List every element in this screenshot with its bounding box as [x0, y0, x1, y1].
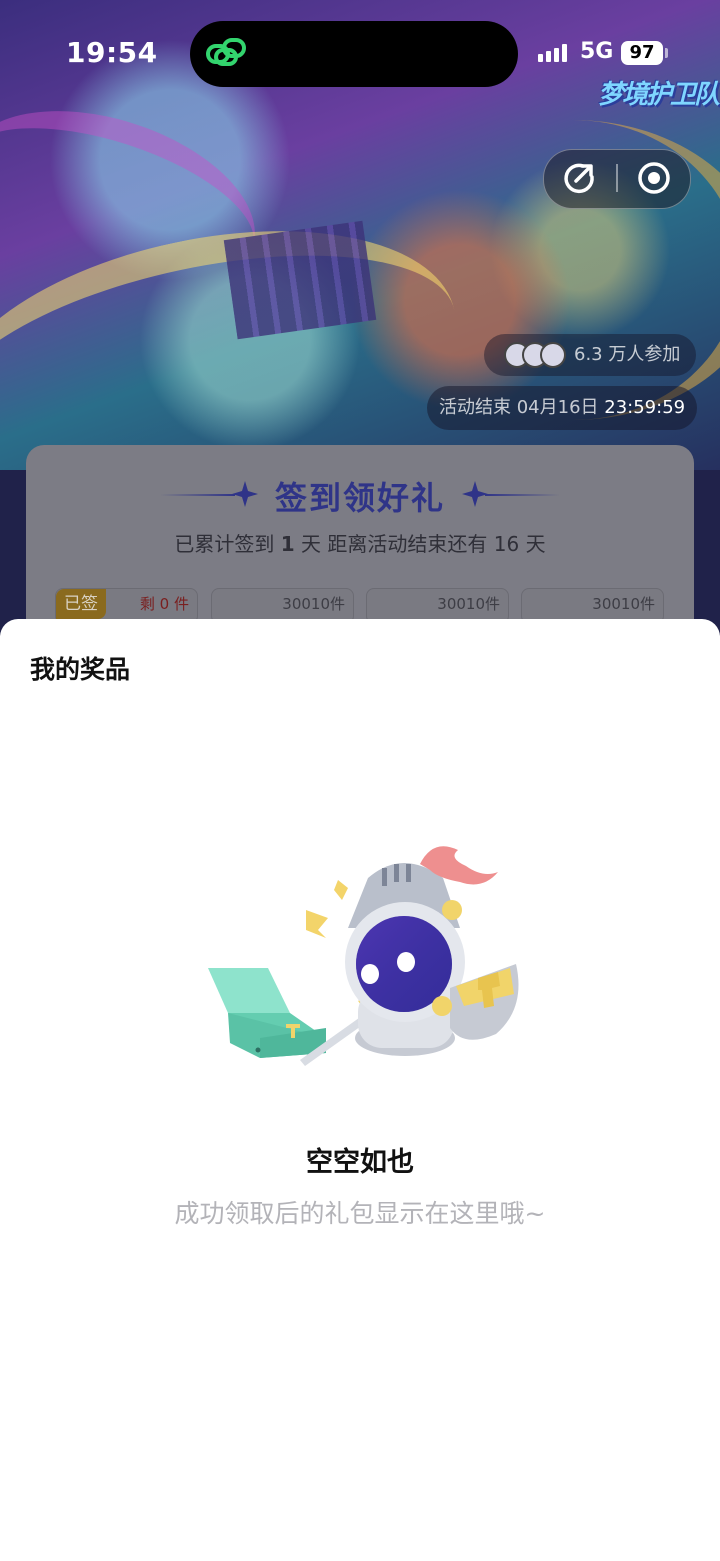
record-icon[interactable]: [636, 160, 672, 196]
participant-avatars: [504, 342, 566, 368]
share-icon[interactable]: [561, 160, 597, 196]
checkin-summary: 已累计签到 1 天 距离活动结束还有 16 天: [0, 528, 720, 557]
card-title-row: 签到领好礼: [0, 473, 720, 519]
slot-remaining: 30010件: [282, 595, 345, 613]
slot-remaining: 30010件: [437, 595, 500, 613]
deadline-badge: 活动结束 04月16日 23:59:59: [427, 386, 698, 430]
link-rings-icon: [206, 38, 246, 66]
banner-decoration: [223, 220, 377, 340]
summary-suffix: 天 距离活动结束还有 16 天: [301, 532, 546, 556]
deadline-time: 23:59:59: [604, 397, 686, 418]
empty-state-illustration: [208, 846, 519, 1066]
game-logo: 梦境护卫队: [598, 80, 720, 110]
network-label: 5G: [580, 39, 614, 64]
title-decoration-line: [485, 494, 560, 496]
participants-count: 6.3 万人参加: [574, 344, 681, 365]
battery-indicator: 97: [621, 41, 663, 65]
status-time: 19:54: [66, 36, 158, 69]
summary-days: 1: [280, 532, 295, 556]
capsule-divider: [616, 164, 618, 192]
slot-remaining: 剩 0 件: [139, 595, 189, 613]
battery-tip: [665, 48, 668, 58]
sheet-title: 我的奖品: [30, 655, 131, 684]
screen: 19:54 5G 97 梦境护卫队 6.3 万人参加 活动结束 04月16日 2…: [0, 0, 720, 1561]
participants-badge: 6.3 万人参加: [484, 334, 697, 376]
empty-state-description: 成功领取后的礼包显示在这里哦~: [174, 1199, 546, 1228]
signal-icon: [538, 44, 567, 62]
summary-prefix: 已累计签到: [174, 532, 275, 556]
my-prizes-sheet: [0, 619, 720, 1561]
signed-tag: 已签: [56, 589, 106, 619]
empty-state-title: 空空如也: [306, 1147, 414, 1178]
card-title: 签到领好礼: [274, 479, 445, 517]
deadline-label: 活动结束 04月16日: [439, 397, 599, 418]
slot-remaining: 30010件: [592, 595, 655, 613]
